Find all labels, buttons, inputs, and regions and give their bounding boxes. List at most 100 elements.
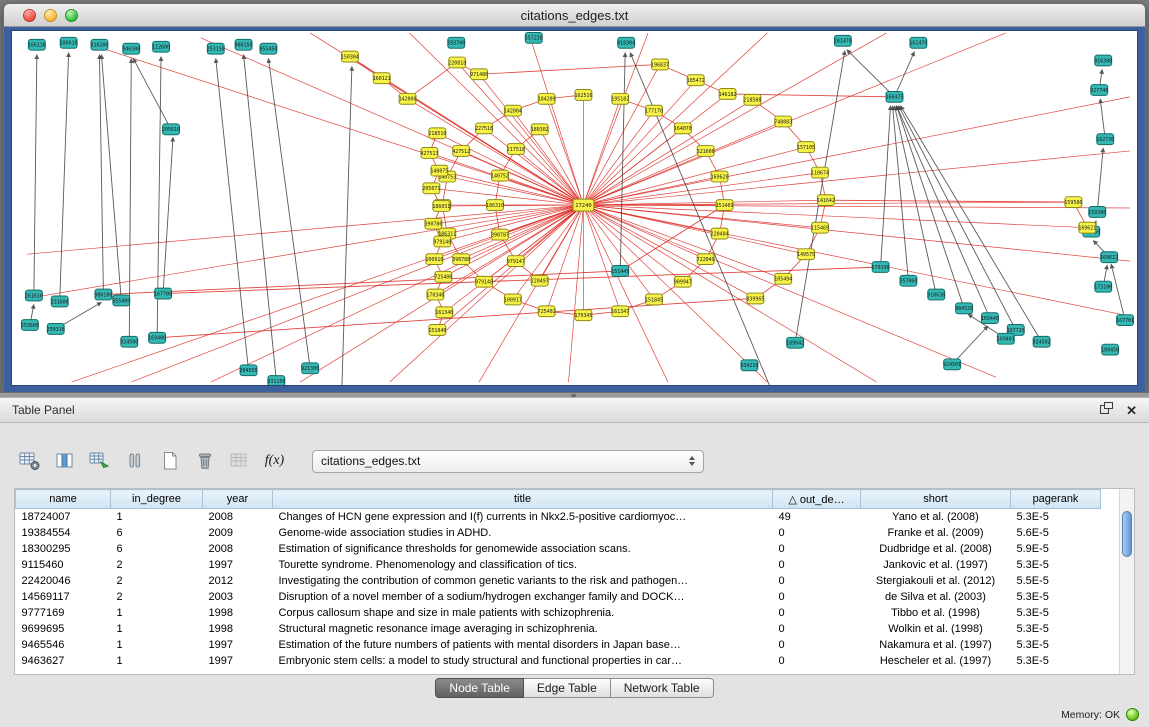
- network-node[interactable]: 253600: [21, 320, 39, 331]
- network-node[interactable]: 979140: [433, 236, 451, 247]
- network-node[interactable]: 151840: [428, 325, 446, 336]
- network-node[interactable]: 115469: [811, 222, 829, 233]
- network-node[interactable]: 955450: [259, 43, 277, 54]
- table-row[interactable]: 969969511998Structural magnetic resonanc…: [16, 621, 1101, 637]
- network-node[interactable]: 161340: [435, 307, 453, 318]
- network-node[interactable]: 186310: [486, 200, 504, 211]
- window-zoom-button[interactable]: [65, 9, 78, 22]
- table-row[interactable]: 977716911998Corpus callosum shape and si…: [16, 605, 1101, 621]
- network-node[interactable]: 161470: [909, 37, 927, 48]
- network-node[interactable]: 220497: [531, 275, 549, 286]
- network-node[interactable]: 169400: [148, 332, 166, 343]
- network-node[interactable]: 159380: [1088, 207, 1106, 218]
- network-node[interactable]: 167700: [154, 288, 172, 299]
- network-node[interactable]: 217518: [507, 144, 525, 155]
- network-node[interactable]: 166475: [886, 91, 904, 102]
- column-header-title[interactable]: title: [273, 490, 773, 509]
- delete-table-button[interactable]: [191, 448, 218, 474]
- network-node[interactable]: 105494: [774, 273, 792, 284]
- network-node[interactable]: 979148: [475, 276, 493, 287]
- network-node[interactable]: 186031: [432, 201, 450, 212]
- network-node[interactable]: 220404: [711, 228, 729, 239]
- network-node[interactable]: 748083: [774, 116, 792, 127]
- network-node[interactable]: 281470: [834, 35, 852, 46]
- network-node[interactable]: 160121: [373, 73, 391, 84]
- column-header-short[interactable]: short: [861, 490, 1011, 509]
- network-node[interactable]: 204550: [240, 365, 258, 376]
- network-node[interactable]: 427513: [420, 148, 438, 159]
- table-row[interactable]: 1456911722003Disruption of a novel membe…: [16, 589, 1101, 605]
- network-node[interactable]: 150304: [341, 51, 359, 62]
- window-minimize-button[interactable]: [44, 9, 57, 22]
- network-node[interactable]: 321600: [697, 146, 715, 157]
- row-height-button[interactable]: [121, 448, 148, 474]
- network-node[interactable]: 924502: [1033, 336, 1051, 347]
- network-node[interactable]: 980150: [235, 39, 253, 50]
- network-node[interactable]: 839965: [746, 293, 764, 304]
- create-column-button[interactable]: [86, 448, 113, 474]
- network-node[interactable]: 722049: [697, 254, 715, 265]
- network-node[interactable]: 818304: [617, 37, 635, 48]
- column-header-in_degree[interactable]: in_degree: [111, 490, 203, 509]
- network-node[interactable]: 173100: [1094, 281, 1112, 292]
- table-row[interactable]: 946554611997Estimation of the future num…: [16, 637, 1101, 653]
- network-node[interactable]: 593700: [447, 37, 465, 48]
- table-row[interactable]: 911546021997Tourette syndrome. Phenomeno…: [16, 557, 1101, 573]
- network-node[interactable]: 980100: [94, 289, 112, 300]
- network-node[interactable]: 142004: [504, 105, 522, 116]
- network-node[interactable]: 984520: [955, 303, 973, 314]
- window-titlebar[interactable]: citations_edges.txt: [4, 4, 1145, 27]
- show-columns-button[interactable]: [51, 448, 78, 474]
- network-node[interactable]: 151845: [645, 294, 663, 305]
- network-node[interactable]: 109450: [1101, 344, 1119, 355]
- network-node[interactable]: 164070: [674, 123, 692, 134]
- network-node[interactable]: 357060: [899, 275, 917, 286]
- network-node[interactable]: 157105: [797, 142, 815, 153]
- function-builder-button[interactable]: f(x): [261, 448, 288, 474]
- table-row[interactable]: 1830029562008Estimation of significance …: [16, 541, 1101, 557]
- network-node[interactable]: 924501: [943, 359, 961, 370]
- network-node[interactable]: 169622: [1100, 252, 1118, 263]
- network-node[interactable]: 253150: [207, 43, 225, 54]
- network-node[interactable]: 205610: [162, 124, 180, 135]
- network-node[interactable]: 195182: [611, 93, 629, 104]
- table-scrollbar[interactable]: [1119, 489, 1134, 674]
- network-node[interactable]: 170345: [574, 310, 592, 321]
- network-node[interactable]: 180302: [531, 124, 549, 135]
- tab-network-table[interactable]: Network Table: [611, 678, 714, 698]
- import-table-button[interactable]: [226, 448, 253, 474]
- network-node[interactable]: 220818: [448, 57, 466, 68]
- table-scrollbar-thumb[interactable]: [1122, 511, 1132, 557]
- network-node[interactable]: 140075: [430, 165, 448, 176]
- network-node[interactable]: 909947: [674, 276, 692, 287]
- network-node[interactable]: 177170: [645, 105, 663, 116]
- network-node[interactable]: 17240: [573, 199, 594, 211]
- network-node[interactable]: 725400: [434, 271, 452, 282]
- network-node[interactable]: 169440: [981, 313, 999, 324]
- network-node[interactable]: 934210: [740, 360, 758, 371]
- network-node[interactable]: 924500: [120, 336, 138, 347]
- network-node[interactable]: 261610: [25, 290, 43, 301]
- network-node[interactable]: 196837: [651, 59, 669, 70]
- network-node[interactable]: 167701: [1116, 315, 1134, 326]
- network-node[interactable]: 100910: [425, 254, 443, 265]
- network-node[interactable]: 390787: [491, 229, 509, 240]
- network-node[interactable]: 151445: [611, 266, 629, 277]
- network-node[interactable]: 725402: [538, 306, 556, 317]
- network-node[interactable]: 151469: [716, 200, 734, 211]
- network-node[interactable]: 142008: [399, 93, 417, 104]
- network-node[interactable]: 921300: [301, 363, 319, 374]
- network-node[interactable]: 184209: [538, 93, 556, 104]
- network-graph-canvas[interactable]: 1661301866109162009463001126002531509801…: [11, 30, 1138, 386]
- network-node[interactable]: 205071: [422, 183, 440, 194]
- table-source-dropdown[interactable]: citations_edges.txt: [312, 450, 704, 473]
- network-node[interactable]: 110674: [811, 167, 829, 178]
- network-node[interactable]: 231600: [51, 296, 69, 307]
- close-panel-icon[interactable]: ✕: [1126, 404, 1137, 417]
- network-node[interactable]: 390780: [424, 218, 442, 229]
- tab-node-table[interactable]: Node Table: [435, 678, 524, 698]
- network-node[interactable]: 218508: [743, 94, 761, 105]
- column-header-year[interactable]: year: [203, 490, 273, 509]
- network-node[interactable]: 227518: [475, 123, 493, 134]
- network-node[interactable]: 916300: [1094, 55, 1112, 66]
